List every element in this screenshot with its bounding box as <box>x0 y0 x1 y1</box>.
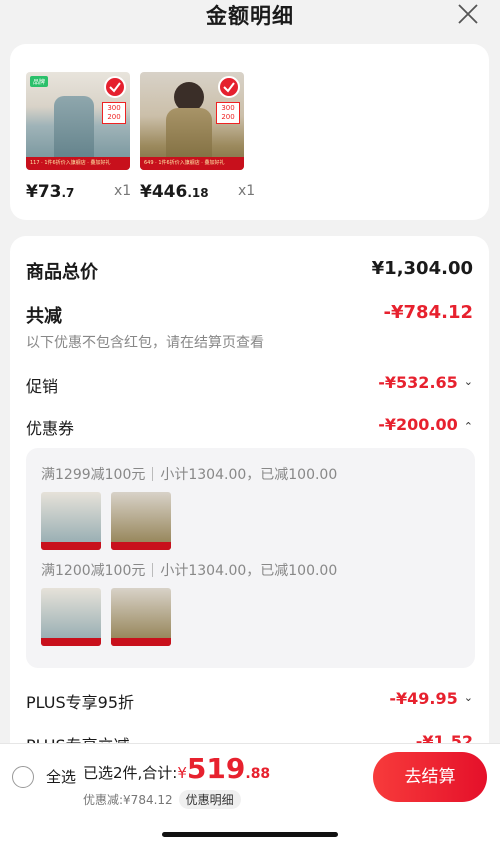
coupon-product-thumb <box>111 492 171 550</box>
check-icon[interactable] <box>104 76 126 98</box>
total-amount-decimal: .88 <box>245 766 271 782</box>
skirt-shape <box>54 96 94 166</box>
sheet-header: 金额明细 <box>0 0 500 34</box>
checkout-button[interactable]: 去结算 <box>373 752 487 802</box>
coupon-detail: 小计1304.00，已减100.00 <box>160 467 338 483</box>
discount-note: 以下优惠不包含红包，请在结算页查看 <box>26 335 264 351</box>
discount-summary: 优惠减:¥784.12 优惠明细 <box>83 790 241 809</box>
coupon-value: -¥200.00 ⌃ <box>378 415 473 434</box>
total-label: 商品总价 <box>26 262 98 283</box>
goods-price: ¥446.18 <box>140 182 209 202</box>
total-value: ¥1,304.00 <box>371 258 473 279</box>
price-tag: 300 200 <box>216 102 240 124</box>
chevron-up-icon[interactable]: ⌃ <box>464 420 473 433</box>
total-row: 商品总价 ¥1,304.00 <box>26 258 473 284</box>
coupon-rule-line: 满1299减100元 小计1304.00，已减100.00 <box>41 464 337 484</box>
coupon-product-thumb <box>41 492 101 550</box>
chevron-down-icon[interactable]: ⌄ <box>464 691 473 704</box>
product-image[interactable]: 品牌 300 200 117 · 1件6折价入旗舰店 · 叠加好礼 <box>26 72 130 170</box>
goods-card: 品牌 300 200 117 · 1件6折价入旗舰店 · 叠加好礼 ¥73.7 x… <box>10 44 489 220</box>
close-icon[interactable] <box>456 2 480 26</box>
plus95-row[interactable]: PLUS专享95折 -¥49.95 ⌄ <box>26 689 473 713</box>
plus95-label: PLUS专享95折 <box>26 693 134 712</box>
reduce-value: -¥784.12 <box>383 302 473 323</box>
selected-count: 已选2件,合计: <box>83 764 178 782</box>
currency-symbol: ¥ <box>177 764 187 782</box>
promo-label: 促销 <box>26 377 59 396</box>
goods-qty: x1 <box>114 183 132 199</box>
corner-tag: 品牌 <box>30 76 49 87</box>
coupon-product-thumb <box>111 588 171 646</box>
product-image[interactable]: 300 200 649 · 1件6折价入旗舰店 · 叠加好礼 <box>140 72 244 170</box>
coupon-rule-line: 满1200减100元 小计1304.00，已减100.00 <box>41 560 337 580</box>
discount-detail-button[interactable]: 优惠明细 <box>178 790 241 809</box>
coupon-product-thumb <box>41 588 101 646</box>
promo-band: 117 · 1件6折价入旗舰店 · 叠加好礼 <box>26 157 130 170</box>
coupon-detail: 小计1304.00，已减100.00 <box>160 563 338 579</box>
reduce-row: 共减 -¥784.12 <box>26 302 473 328</box>
checkout-bar: 全选 已选2件,合计:¥519.88 优惠减:¥784.12 优惠明细 去结算 <box>0 743 500 849</box>
amount-detail-sheet: 金额明细 品牌 300 200 117 · 1件6折价入旗舰店 · 叠加好礼 ¥7… <box>0 0 500 849</box>
chevron-down-icon[interactable]: ⌄ <box>464 375 473 388</box>
note-row: 以下优惠不包含红包，请在结算页查看 <box>26 332 473 352</box>
select-all-label[interactable]: 全选 <box>46 766 76 787</box>
promo-band: 649 · 1件6折价入旗舰店 · 叠加好礼 <box>140 157 244 170</box>
plus95-value: -¥49.95 ⌄ <box>389 689 473 708</box>
goods-item[interactable]: 300 200 649 · 1件6折价入旗舰店 · 叠加好礼 ¥446.18 x1 <box>140 72 255 202</box>
home-indicator <box>162 832 338 837</box>
discount-amount: 优惠减:¥784.12 <box>83 793 173 807</box>
goods-qty: x1 <box>238 183 256 199</box>
select-all-radio[interactable] <box>12 766 34 788</box>
total-amount: 519 <box>186 752 246 785</box>
price-tag: 300 200 <box>102 102 126 124</box>
coupon-row[interactable]: 优惠券 -¥200.00 ⌃ <box>26 415 473 439</box>
coupon-label: 优惠券 <box>26 419 75 438</box>
divider <box>152 467 154 481</box>
reduce-label: 共减 <box>26 306 62 327</box>
promo-value: -¥532.65 ⌄ <box>378 373 473 392</box>
divider <box>152 563 154 577</box>
coupon-rule: 满1299减100元 <box>41 467 146 483</box>
coupon-detail-panel: 满1299减100元 小计1304.00，已减100.00 满1200减100元小… <box>26 448 475 668</box>
promo-row[interactable]: 促销 -¥532.65 ⌄ <box>26 373 473 397</box>
sheet-title: 金额明细 <box>206 4 294 28</box>
total-summary: 已选2件,合计:¥519.88 <box>83 752 270 785</box>
check-icon[interactable] <box>218 76 240 98</box>
coupon-rule: 满1200减100元 <box>41 563 146 579</box>
goods-item[interactable]: 品牌 300 200 117 · 1件6折价入旗舰店 · 叠加好礼 ¥73.7 x… <box>26 72 132 202</box>
